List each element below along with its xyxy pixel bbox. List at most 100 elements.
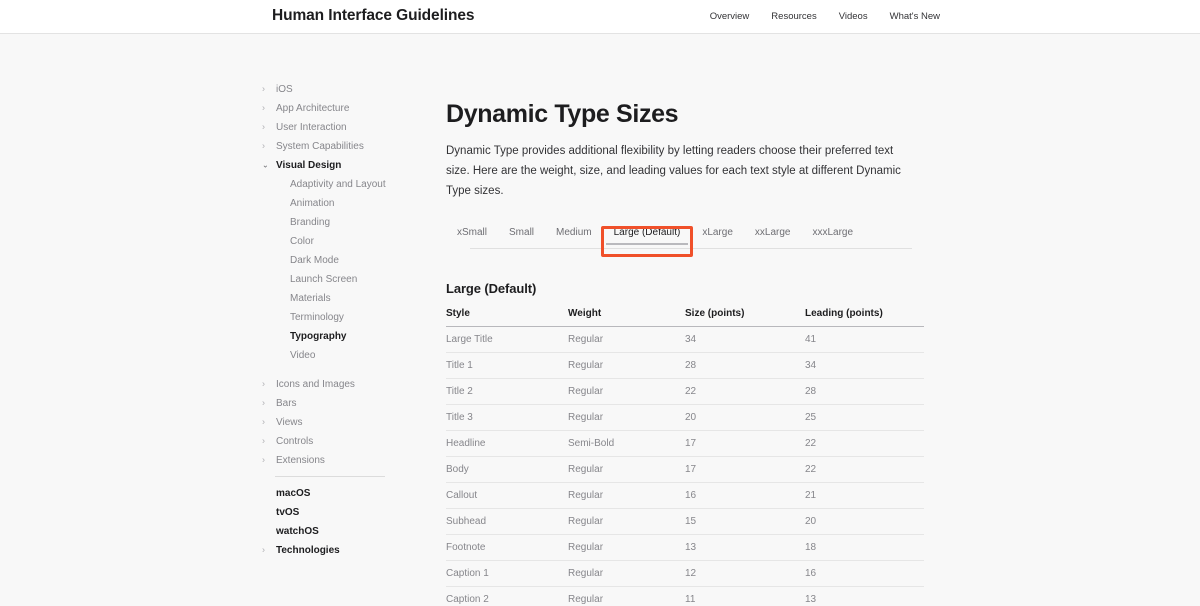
sidebar-item-ios[interactable]: › iOS	[262, 80, 442, 99]
cell-weight: Regular	[568, 534, 685, 562]
tab-large-default[interactable]: Large (Default)	[603, 224, 692, 246]
page-title: Dynamic Type Sizes	[446, 100, 679, 128]
cell-style: Title 3	[446, 404, 568, 432]
cell-size: 15	[685, 508, 805, 536]
sidebar-item-terminology[interactable]: Terminology	[262, 308, 442, 327]
tab-xxxlarge[interactable]: xxxLarge	[801, 224, 864, 245]
sidebar-group-primary: › iOS › App Architecture › User Interaction › S…	[262, 80, 442, 365]
sidebar-item-technologies[interactable]: › Technologies	[262, 541, 442, 560]
cell-leading: 13	[805, 586, 924, 606]
cell-leading: 41	[805, 326, 924, 354]
sidebar-item-macos[interactable]: macOS	[262, 484, 442, 503]
cell-style: Body	[446, 456, 568, 484]
cell-style: Large Title	[446, 326, 568, 354]
sidebar-item-label: macOS	[276, 488, 311, 499]
tab-medium[interactable]: Medium	[545, 224, 603, 245]
sidebar-group-secondary: › Icons and Images › Bars › Views › Controls › Ex…	[262, 375, 442, 470]
sidebar-item-branding[interactable]: Branding	[262, 213, 442, 232]
cell-size: 20	[685, 404, 805, 432]
tab-xsmall[interactable]: xSmall	[446, 224, 498, 245]
cell-weight: Regular	[568, 560, 685, 588]
sidebar-item-label: Controls	[276, 436, 314, 447]
cell-size: 16	[685, 482, 805, 510]
header-nav-link-overview[interactable]: Overview	[710, 11, 750, 22]
sidebar-item-tvos[interactable]: tvOS	[262, 503, 442, 522]
sidebar-item-label: Adaptivity and Layout	[290, 179, 386, 190]
cell-leading: 21	[805, 482, 924, 510]
cell-size: 34	[685, 326, 805, 354]
sidebar-item-app-architecture[interactable]: › App Architecture	[262, 99, 442, 118]
table-row: Callout Regular 16 21	[446, 482, 924, 510]
sidebar-item-label: Terminology	[290, 312, 344, 323]
table-row: Title 1 Regular 28 34	[446, 352, 924, 380]
sidebar-item-typography[interactable]: Typography	[262, 327, 442, 346]
cell-leading: 20	[805, 508, 924, 536]
tabs-row: xSmall Small Medium Large (Default) xLarge xx…	[446, 224, 924, 248]
page-body: › iOS › App Architecture › User Interaction › S…	[0, 34, 1200, 606]
tab-xxlarge[interactable]: xxLarge	[744, 224, 802, 245]
sidebar-item-launch-screen[interactable]: Launch Screen	[262, 270, 442, 289]
table-row: Caption 1 Regular 12 16	[446, 560, 924, 588]
sidebar-item-video[interactable]: Video	[262, 346, 442, 365]
table-row: Footnote Regular 13 18	[446, 534, 924, 562]
sidebar-item-dark-mode[interactable]: Dark Mode	[262, 251, 442, 270]
table-row: Caption 2 Regular 11 13	[446, 586, 924, 606]
sidebar-item-label: Extensions	[276, 455, 325, 466]
sidebar-item-materials[interactable]: Materials	[262, 289, 442, 308]
sidebar-item-watchos[interactable]: watchOS	[262, 522, 442, 541]
chevron-right-icon: ›	[262, 140, 265, 151]
sidebar-item-adaptivity-and-layout[interactable]: Adaptivity and Layout	[262, 175, 442, 194]
sidebar-item-label: Views	[276, 417, 303, 428]
sidebar-group-platforms: macOS tvOS watchOS › Technologies	[262, 484, 442, 560]
type-size-tabs: xSmall Small Medium Large (Default) xLarge xx…	[446, 224, 924, 258]
tab-small[interactable]: Small	[498, 224, 545, 245]
cell-leading: 34	[805, 352, 924, 380]
header-nav-link-resources[interactable]: Resources	[771, 11, 816, 22]
table-head: Style Weight Size (points) Leading (poin…	[446, 308, 924, 328]
sidebar-item-label: Materials	[290, 293, 331, 304]
cell-weight: Semi-Bold	[568, 430, 685, 458]
table-row: Title 2 Regular 22 28	[446, 378, 924, 406]
column-header-style: Style	[446, 308, 568, 328]
sidebar-item-views[interactable]: › Views	[262, 413, 442, 432]
sidebar-item-extensions[interactable]: › Extensions	[262, 451, 442, 470]
sidebar-item-controls[interactable]: › Controls	[262, 432, 442, 451]
header-nav-link-whats-new[interactable]: What's New	[890, 11, 940, 22]
chevron-right-icon: ›	[262, 102, 265, 113]
cell-style: Title 2	[446, 378, 568, 406]
table-row: Subhead Regular 15 20	[446, 508, 924, 536]
cell-weight: Regular	[568, 326, 685, 354]
sidebar-item-label: Typography	[290, 331, 347, 342]
sidebar-item-label: iOS	[276, 84, 293, 95]
sidebar-item-system-capabilities[interactable]: › System Capabilities	[262, 137, 442, 156]
sidebar-item-label: System Capabilities	[276, 141, 364, 152]
header-nav-link-videos[interactable]: Videos	[839, 11, 868, 22]
sidebar-item-user-interaction[interactable]: › User Interaction	[262, 118, 442, 137]
cell-leading: 28	[805, 378, 924, 406]
sidebar-item-label: Visual Design	[276, 160, 342, 171]
cell-style: Callout	[446, 482, 568, 510]
sidebar-item-visual-design[interactable]: ⌄ Visual Design	[262, 156, 442, 175]
cell-size: 12	[685, 560, 805, 588]
sidebar-item-label: Branding	[290, 217, 331, 228]
cell-weight: Regular	[568, 352, 685, 380]
cell-size: 11	[685, 586, 805, 606]
page-intro: Dynamic Type provides additional flexibi…	[446, 145, 901, 197]
tabs-baseline	[470, 248, 912, 250]
header-nav: Overview Resources Videos What's New	[710, 11, 940, 22]
cell-weight: Regular	[568, 404, 685, 432]
chevron-right-icon: ›	[262, 435, 265, 446]
sidebar-item-animation[interactable]: Animation	[262, 194, 442, 213]
sidebar-item-color[interactable]: Color	[262, 232, 442, 251]
tab-xlarge[interactable]: xLarge	[691, 224, 744, 245]
sidebar-item-icons-and-images[interactable]: › Icons and Images	[262, 375, 442, 394]
cell-style: Title 1	[446, 352, 568, 380]
cell-size: 13	[685, 534, 805, 562]
sidebar-item-bars[interactable]: › Bars	[262, 394, 442, 413]
cell-leading: 18	[805, 534, 924, 562]
table-row: Body Regular 17 22	[446, 456, 924, 484]
dynamic-type-table: Style Weight Size (points) Leading (poin…	[446, 308, 924, 606]
cell-style: Caption 1	[446, 560, 568, 588]
site-header: Human Interface Guidelines Overview Reso…	[0, 0, 1200, 34]
